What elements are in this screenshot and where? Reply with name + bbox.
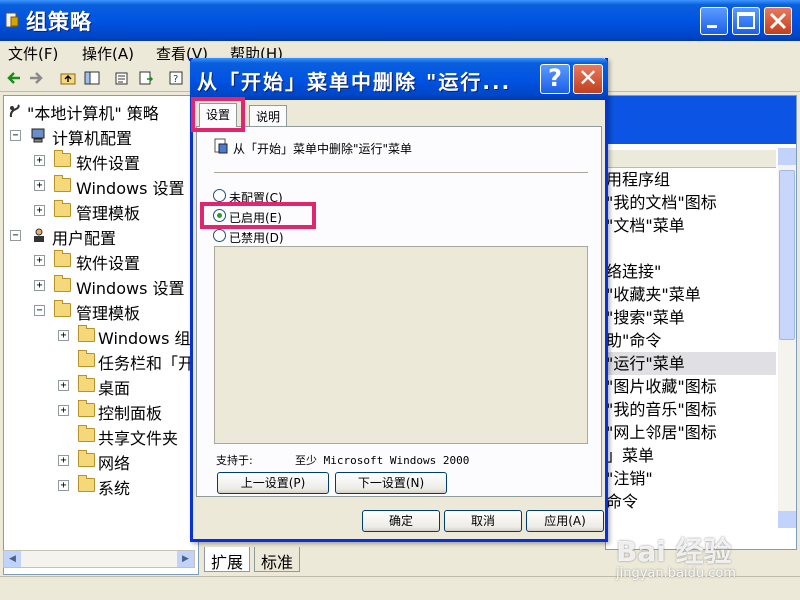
forward-arrow-icon[interactable] [28,70,44,86]
dialog-title: 从「开始」菜单中删除 "运行... [197,70,512,94]
watermark-url: jingyan.baidu.com [616,566,736,581]
list-item[interactable]: "搜索"菜单 [606,306,685,329]
apply-button[interactable]: 应用(A) [526,510,604,532]
list-item[interactable]: "注销" [606,467,653,490]
folder-open-icon [54,300,71,317]
up-folder-icon[interactable] [60,70,76,86]
expand-toggle[interactable]: + [58,330,69,341]
enabled-option-highlight [200,202,316,229]
collapse-toggle[interactable]: − [10,130,21,141]
list-item-selected[interactable]: "运行"菜单 [606,352,776,375]
scroll-up-icon[interactable] [778,148,796,165]
expand-toggle[interactable]: + [34,155,45,166]
scroll-down-icon[interactable] [778,511,796,528]
scroll-thumb[interactable] [779,170,795,340]
folder-icon [78,325,95,342]
scroll-left-icon[interactable]: ◀ [4,551,21,567]
radio-button[interactable] [213,229,226,242]
dialog-close-button[interactable]: ✕ [573,64,603,94]
policy-root-icon [9,104,20,118]
properties-icon[interactable] [114,70,130,86]
expand-toggle[interactable]: + [58,480,69,491]
options-area [214,246,588,444]
folder-icon [78,375,95,392]
next-setting-button[interactable]: 下一设置(N) [335,472,447,494]
expand-toggle[interactable]: + [58,455,69,466]
tab-standard[interactable]: 标准 [254,547,301,572]
export-list-icon[interactable] [138,70,154,86]
folder-icon [78,450,95,467]
folder-icon [78,400,95,417]
supported-on-label: 支持于: [216,454,253,467]
expand-toggle[interactable]: + [34,205,45,216]
close-icon [769,12,787,30]
group-policy-icon [5,12,19,28]
close-button[interactable] [764,7,792,35]
expand-toggle[interactable]: + [34,255,45,266]
tab-explain[interactable]: 说明 [249,105,288,127]
maximize-button[interactable] [732,7,760,35]
console-tree: "本地计算机" 策略 − 计算机配置 + 软件设置 + Windows 设置 +… [3,95,199,575]
list-item[interactable]: "我的音乐"图标 [606,398,717,421]
dialog-titlebar[interactable]: 从「开始」菜单中删除 "运行... ? ✕ [190,58,608,100]
column-header[interactable] [606,150,776,168]
user-config-icon [34,228,44,242]
scroll-right-icon[interactable]: ▶ [177,551,194,567]
tab-extended[interactable]: 扩展 [204,547,251,572]
folder-icon [54,175,71,192]
list-item[interactable]: 助"命令 [606,329,661,352]
supported-on-value: 至少 Microsoft Windows 2000 [295,454,470,467]
expand-toggle[interactable]: + [34,280,45,291]
tree-horizontal-scrollbar[interactable]: ◀ ▶ [3,550,195,568]
folder-icon [78,475,95,492]
list-item[interactable]: 」菜单 [606,444,654,467]
list-item[interactable]: "文档"菜单 [606,214,685,237]
list-item[interactable]: "网上邻居"图标 [606,421,717,444]
svg-text:?: ? [173,74,178,85]
expand-toggle[interactable]: + [58,405,69,416]
settings-panel: 从「开始」菜单中删除"运行"菜单 未配置(C) 已启用(E) 已禁用(D) 支持… [196,126,602,497]
menu-action[interactable]: 操作(A) [82,43,134,64]
help-topic-icon[interactable]: ? [168,70,184,86]
policy-name: 从「开始」菜单中删除"运行"菜单 [233,142,413,156]
watermark-logo: Bai 经验 [616,535,732,568]
minimize-button[interactable] [700,7,728,35]
divider [214,172,588,173]
collapse-toggle[interactable]: − [34,305,45,316]
help-button[interactable]: ? [540,64,570,94]
list-item[interactable]: "我的文档"图标 [606,191,717,214]
show-tree-icon[interactable] [84,70,100,86]
menu-file[interactable]: 文件(F) [8,43,58,64]
expand-toggle[interactable]: + [58,380,69,391]
folder-icon [54,250,71,267]
list-item[interactable]: 用程序组 [606,168,670,191]
main-window-title: 组策略 [26,10,92,34]
list-item[interactable]: 命令 [606,490,638,513]
folder-icon [78,425,95,442]
details-header-band [606,96,796,144]
details-pane: 用程序组 "我的文档"图标 "文档"菜单 络连接" "收藏夹"菜单 "搜索"菜单… [605,95,797,550]
folder-icon [54,150,71,167]
list-item[interactable]: "收藏夹"菜单 [606,283,701,306]
policy-setting-icon [214,138,228,154]
tab-settings[interactable]: 设置 [199,103,238,127]
ok-button[interactable]: 确定 [362,510,440,532]
expand-toggle[interactable]: + [34,180,45,191]
list-item[interactable]: 络连接" [606,260,661,283]
main-titlebar[interactable]: 组策略 [0,0,800,41]
radio-button[interactable] [213,189,226,202]
computer-icon [31,128,45,143]
folder-icon [78,350,95,367]
list-item[interactable]: "图片收藏"图标 [606,375,717,398]
details-vertical-scrollbar[interactable] [778,148,796,528]
minimize-icon [707,25,717,28]
cancel-button[interactable]: 取消 [444,510,522,532]
policy-properties-dialog: 从「开始」菜单中删除 "运行... ? ✕ 设置 说明 从「开始」菜单中删除"运… [190,58,608,542]
maximize-icon [737,12,755,29]
folder-icon [54,200,71,217]
collapse-toggle[interactable]: − [10,230,21,241]
back-arrow-icon[interactable] [6,70,22,86]
previous-setting-button[interactable]: 上一设置(P) [217,472,329,494]
folder-icon [54,275,71,292]
